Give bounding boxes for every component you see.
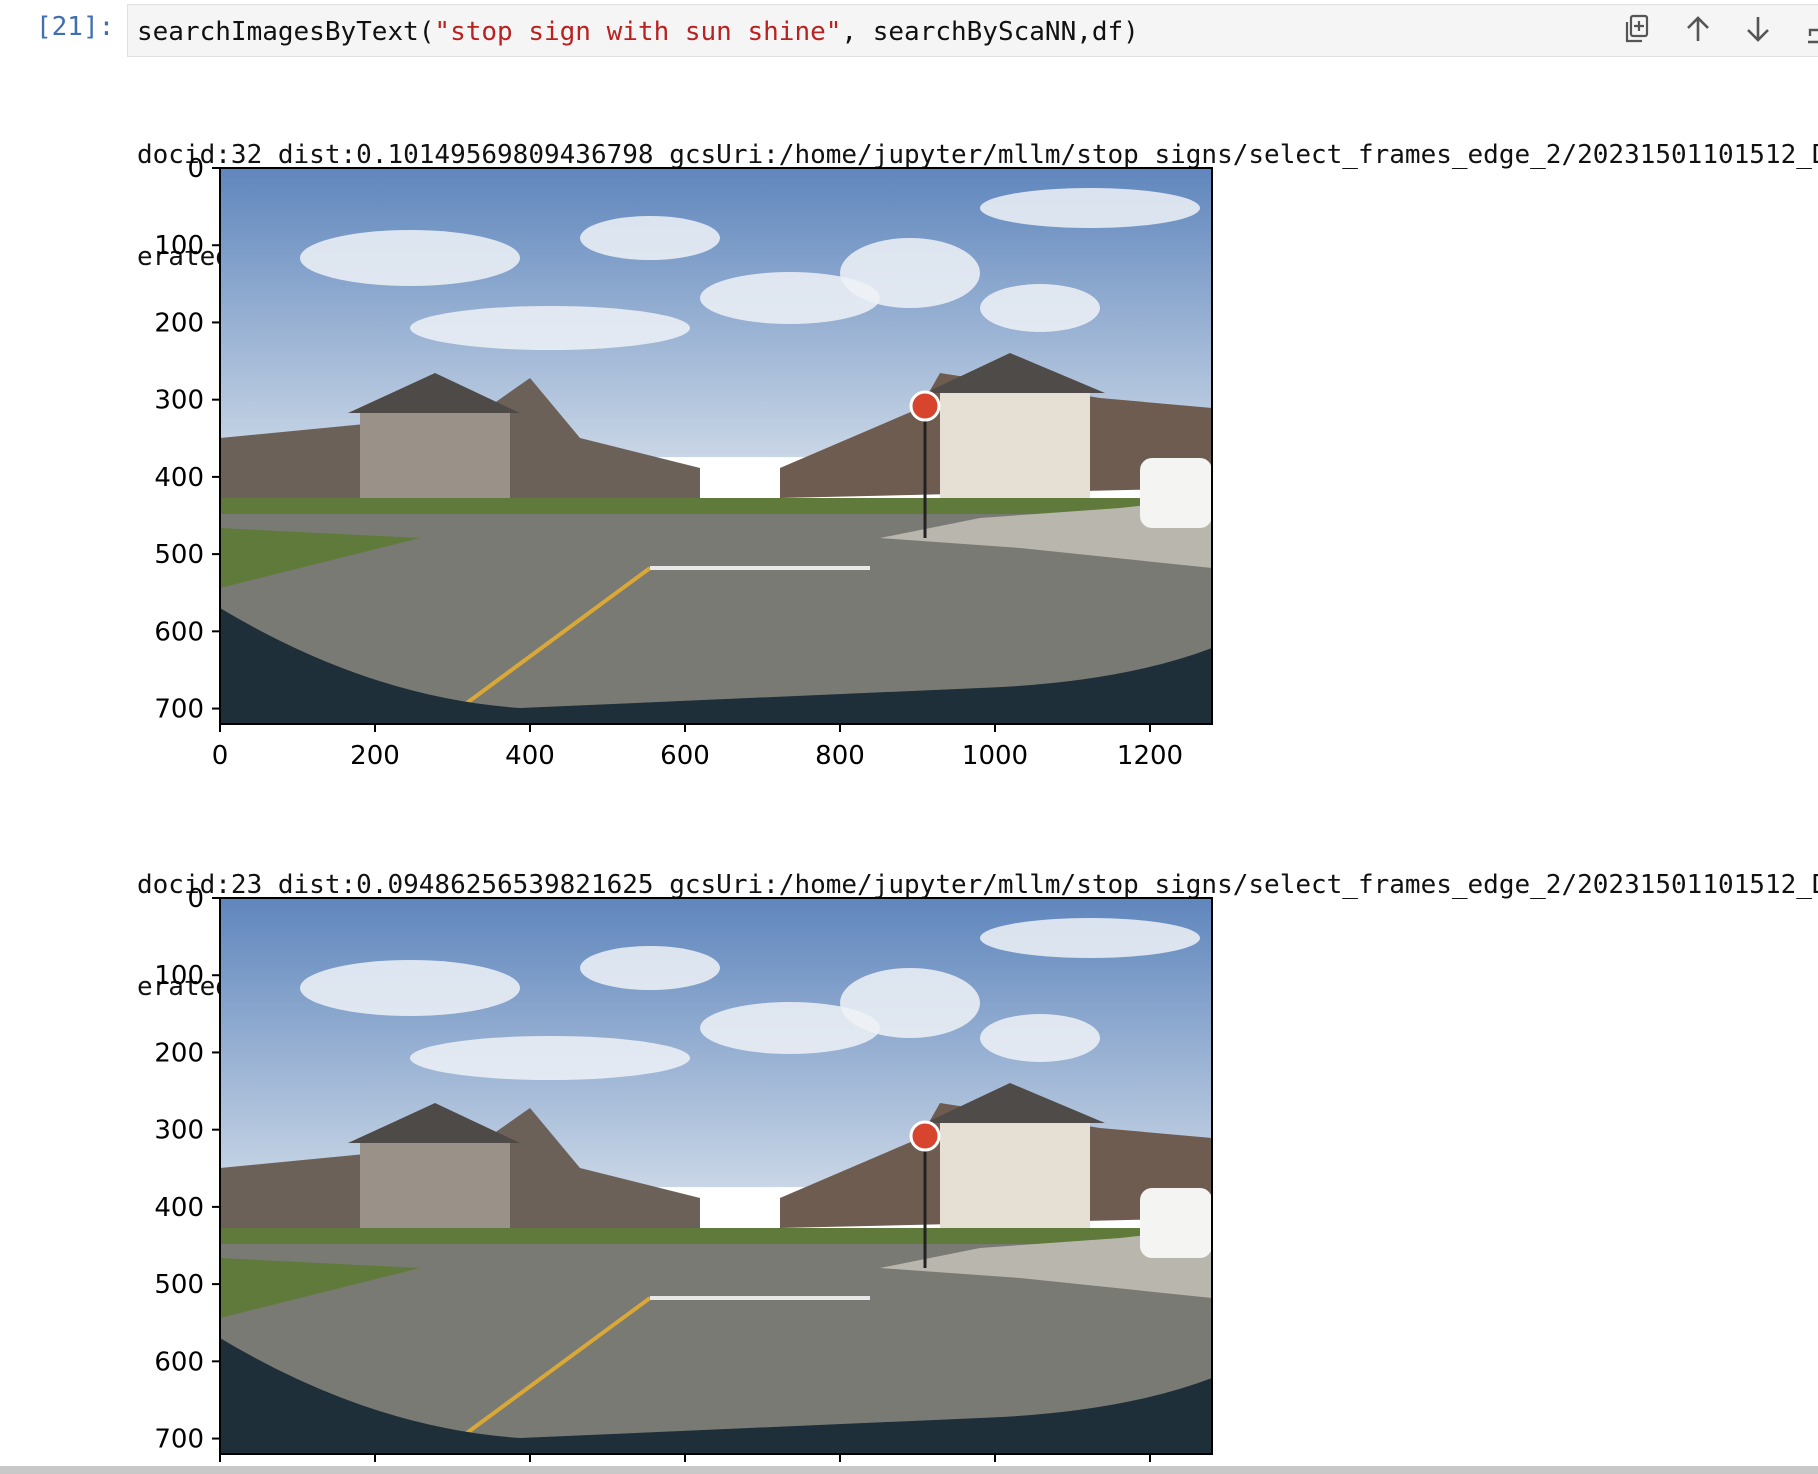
insert-below-icon[interactable] [1796, 8, 1818, 48]
image-1 [220, 168, 1212, 724]
cloud [700, 1002, 880, 1054]
cell-prompt: [21]: [36, 12, 115, 42]
y-tick-label: 700 [154, 695, 204, 725]
cloud [300, 230, 520, 286]
cloud [580, 216, 720, 260]
cloud [980, 918, 1200, 958]
y-tick-label: 400 [154, 463, 204, 493]
stop-sign [909, 390, 941, 422]
y-tick-label: 0 [187, 154, 204, 184]
image-2 [220, 898, 1212, 1454]
code-cell[interactable]: searchImagesByText("stop sign with sun s… [127, 4, 1818, 57]
y-tick-label: 400 [154, 1193, 204, 1223]
cloud [980, 284, 1100, 332]
output-1-plot: 0 100 200 300 400 500 600 700 0 200 400 600 800 1000 1… [0, 150, 1250, 790]
cloud [980, 1014, 1100, 1062]
grass-strip [220, 1228, 1212, 1244]
code-line[interactable]: searchImagesByText("stop sign with sun s… [137, 17, 1139, 47]
grass-strip [220, 498, 1212, 514]
cloud [980, 188, 1200, 228]
output-1-figure: 0 100 200 300 400 500 600 700 0 200 400 600 800 1000 1… [154, 154, 1213, 771]
house-left-main [360, 1138, 510, 1238]
y-tick-label: 200 [154, 1038, 204, 1068]
output-2-plot: 0 100 200 300 400 500 600 700 [0, 880, 1250, 1474]
house-left-main [360, 408, 510, 508]
white-suv [1140, 1188, 1212, 1258]
move-down-icon[interactable] [1736, 8, 1780, 48]
x-tick-label: 200 [350, 741, 400, 771]
x-tick-label: 1000 [962, 741, 1028, 771]
x-tick-label: 600 [660, 741, 710, 771]
y-tick-label: 300 [154, 386, 204, 416]
y-tick-label: 100 [154, 961, 204, 991]
duplicate-cell-icon[interactable] [1616, 8, 1660, 48]
house-right-main [940, 388, 1090, 498]
y-tick-label: 200 [154, 308, 204, 338]
y-tick-label: 500 [154, 1270, 204, 1300]
y-tick-label: 300 [154, 1116, 204, 1146]
horizontal-scrollbar[interactable] [0, 1466, 1818, 1474]
x-tick-label: 400 [505, 741, 555, 771]
x-tick-label: 1200 [1117, 741, 1183, 771]
code-function: searchImagesByText( [137, 17, 435, 47]
white-suv [1140, 458, 1212, 528]
house-right-main [940, 1118, 1090, 1228]
stop-sign [909, 1120, 941, 1152]
cloud [410, 1036, 690, 1080]
cloud [580, 946, 720, 990]
y-tick-label: 500 [154, 540, 204, 570]
cloud [700, 272, 880, 324]
y-tick-label: 600 [154, 617, 204, 647]
y-tick-label: 600 [154, 1347, 204, 1377]
move-up-icon[interactable] [1676, 8, 1720, 48]
cloud [300, 960, 520, 1016]
code-args: , searchByScaNN,df) [841, 17, 1139, 47]
y-tick-label: 700 [154, 1425, 204, 1455]
y-tick-label: 0 [187, 884, 204, 914]
code-string: "stop sign with sun shine" [434, 17, 842, 47]
y-tick-label: 100 [154, 231, 204, 261]
x-tick-label: 800 [815, 741, 865, 771]
output-2-figure: 0 100 200 300 400 500 600 700 [154, 884, 1213, 1462]
cloud [410, 306, 690, 350]
x-tick-label: 0 [212, 741, 229, 771]
